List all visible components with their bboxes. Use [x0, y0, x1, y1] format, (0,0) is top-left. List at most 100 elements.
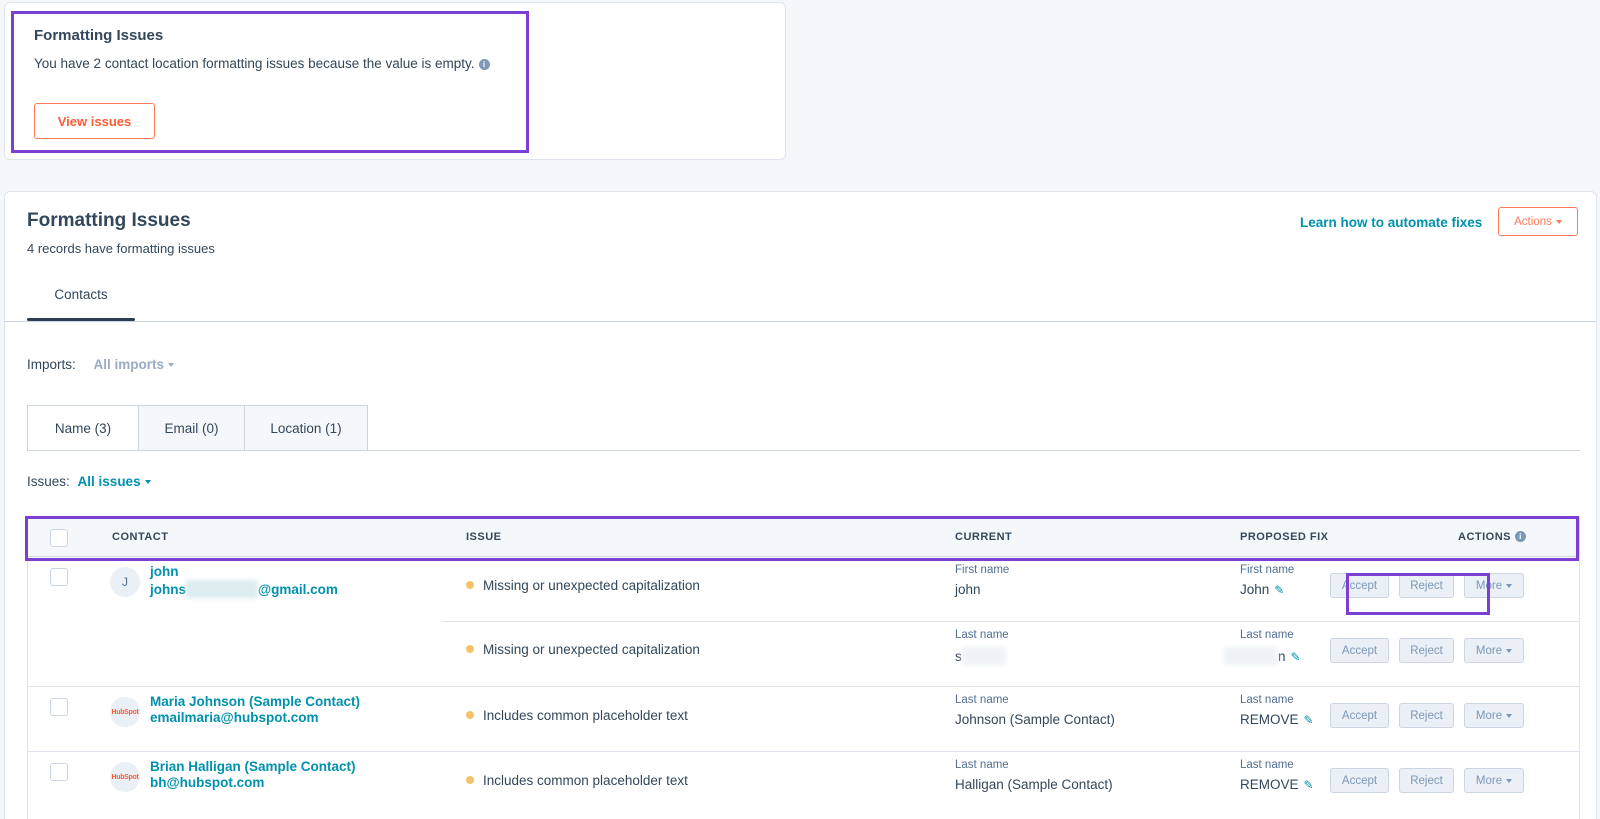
subtab-location[interactable]: Location (1) [244, 405, 368, 451]
chevron-down-icon [1555, 219, 1562, 224]
table-header: CONTACT ISSUE CURRENT PROPOSED FIX ACTIO… [27, 517, 1580, 557]
warning-dot-icon [466, 776, 474, 784]
avatar: J [110, 567, 140, 597]
fix-field-label: Last name [1240, 759, 1294, 771]
chevron-down-icon [168, 363, 175, 367]
proposed-value[interactable]: n ✎ [1224, 647, 1301, 665]
view-issues-button[interactable]: View issues [34, 103, 155, 139]
reject-button[interactable]: Reject [1399, 703, 1454, 728]
column-header-actions: ACTIONS i [1458, 531, 1526, 543]
issue-label: Missing or unexpected capitalization [483, 642, 700, 657]
reject-button[interactable]: Reject [1399, 638, 1454, 663]
fix-field-label: First name [1240, 564, 1295, 576]
accept-button[interactable]: Accept [1330, 573, 1389, 598]
hubspot-logo-avatar: HubSpot [110, 762, 140, 792]
chevron-down-icon [1506, 713, 1513, 718]
proposed-value[interactable]: REMOVE ✎ [1240, 777, 1314, 792]
row-checkbox[interactable] [50, 763, 68, 781]
redacted-block [1224, 647, 1278, 665]
imports-dropdown[interactable]: All imports [94, 357, 175, 372]
column-header-contact[interactable]: CONTACT [112, 531, 168, 543]
summary-description-text: You have 2 contact location formatting i… [34, 56, 475, 71]
formatting-issues-summary-card: Formatting Issues You have 2 contact loc… [4, 2, 786, 160]
issues-label: Issues: [27, 474, 70, 489]
issue-text: Missing or unexpected capitalization [466, 578, 700, 593]
actions-header-label: ACTIONS [1458, 531, 1511, 543]
current-field-label: Last name [955, 629, 1009, 641]
chevron-down-icon [1506, 648, 1513, 653]
warning-dot-icon [466, 711, 474, 719]
column-header-current[interactable]: CURRENT [955, 531, 1012, 543]
redacted-block [186, 580, 258, 598]
redacted-block [961, 647, 1006, 665]
more-label: More [1475, 579, 1503, 592]
warning-dot-icon [466, 581, 474, 589]
more-dropdown-button[interactable]: More [1464, 638, 1524, 663]
email-prefix: johns [150, 582, 186, 597]
pencil-icon[interactable]: ✎ [1304, 778, 1314, 792]
proposed-value[interactable]: REMOVE ✎ [1240, 712, 1314, 727]
more-dropdown-button[interactable]: More [1464, 768, 1524, 793]
divider [27, 450, 1580, 451]
table-row: J john johns @gmail.com Missing or unexpe… [27, 557, 1580, 687]
select-all-checkbox[interactable] [50, 529, 68, 547]
pencil-icon[interactable]: ✎ [1304, 713, 1314, 727]
current-field-label: First name [955, 564, 1010, 576]
imports-value: All imports [93, 357, 165, 372]
table-row: HubSpot Maria Johnson (Sample Contact) e… [27, 687, 1580, 752]
issues-dropdown[interactable]: All issues [78, 474, 151, 489]
issue-label: Missing or unexpected capitalization [483, 578, 700, 593]
contact-name-link[interactable]: Maria Johnson (Sample Contact) [150, 694, 360, 709]
chevron-down-icon [1506, 778, 1513, 783]
accept-button[interactable]: Accept [1330, 768, 1389, 793]
issues-filter: Issues: All issues [27, 474, 151, 489]
more-label: More [1475, 644, 1503, 657]
learn-automate-link[interactable]: Learn how to automate fixes [1300, 215, 1482, 230]
contact-name-link[interactable]: john [150, 564, 179, 579]
subtab-email[interactable]: Email (0) [138, 405, 245, 451]
row-checkbox[interactable] [50, 568, 68, 586]
fix-value: REMOVE [1240, 777, 1299, 792]
subtab-name[interactable]: Name (3) [27, 405, 139, 451]
imports-filter: Imports: All imports [27, 357, 175, 372]
current-value: Johnson (Sample Contact) [955, 712, 1115, 727]
more-dropdown-button[interactable]: More [1464, 573, 1524, 598]
formatting-issues-panel: Formatting Issues 4 records have formatt… [4, 191, 1597, 819]
chevron-down-icon [1506, 583, 1513, 588]
fix-value: n [1278, 649, 1286, 664]
tab-contacts[interactable]: Contacts [27, 275, 135, 319]
contact-email-link[interactable]: emailmaria@hubspot.com [150, 710, 318, 725]
reject-button[interactable]: Reject [1399, 573, 1454, 598]
summary-title: Formatting Issues [34, 27, 164, 44]
fix-value: John [1240, 582, 1270, 597]
row-checkbox[interactable] [50, 698, 68, 716]
more-dropdown-button[interactable]: More [1464, 703, 1524, 728]
column-header-issue[interactable]: ISSUE [466, 531, 502, 543]
pencil-icon[interactable]: ✎ [1274, 583, 1284, 597]
contact-email-link[interactable]: bh@hubspot.com [150, 775, 264, 790]
pencil-icon[interactable]: ✎ [1291, 650, 1301, 664]
fix-field-label: Last name [1240, 694, 1294, 706]
summary-description: You have 2 contact location formatting i… [34, 56, 490, 71]
issue-label: Includes common placeholder text [483, 708, 688, 723]
current-value: john [955, 582, 981, 597]
accept-button[interactable]: Accept [1330, 638, 1389, 663]
warning-dot-icon [466, 645, 474, 653]
actions-dropdown-button[interactable]: Actions [1498, 207, 1578, 236]
fix-value: REMOVE [1240, 712, 1299, 727]
issue-text: Includes common placeholder text [466, 708, 688, 723]
accept-button[interactable]: Accept [1330, 703, 1389, 728]
fix-field-label: Last name [1240, 629, 1294, 641]
current-value-text: s [955, 649, 962, 664]
proposed-value[interactable]: John ✎ [1240, 582, 1284, 597]
column-header-proposed-fix[interactable]: PROPOSED FIX [1240, 531, 1329, 543]
reject-button[interactable]: Reject [1399, 768, 1454, 793]
current-field-label: Last name [955, 759, 1009, 771]
contact-email-link[interactable]: johns @gmail.com [150, 580, 338, 598]
records-count: 4 records have formatting issues [27, 241, 215, 256]
issue-label: Includes common placeholder text [483, 773, 688, 788]
info-icon[interactable]: i [478, 59, 490, 70]
actions-label: Actions [1514, 215, 1552, 228]
info-icon[interactable]: i [1515, 531, 1526, 542]
contact-name-link[interactable]: Brian Halligan (Sample Contact) [150, 759, 356, 774]
